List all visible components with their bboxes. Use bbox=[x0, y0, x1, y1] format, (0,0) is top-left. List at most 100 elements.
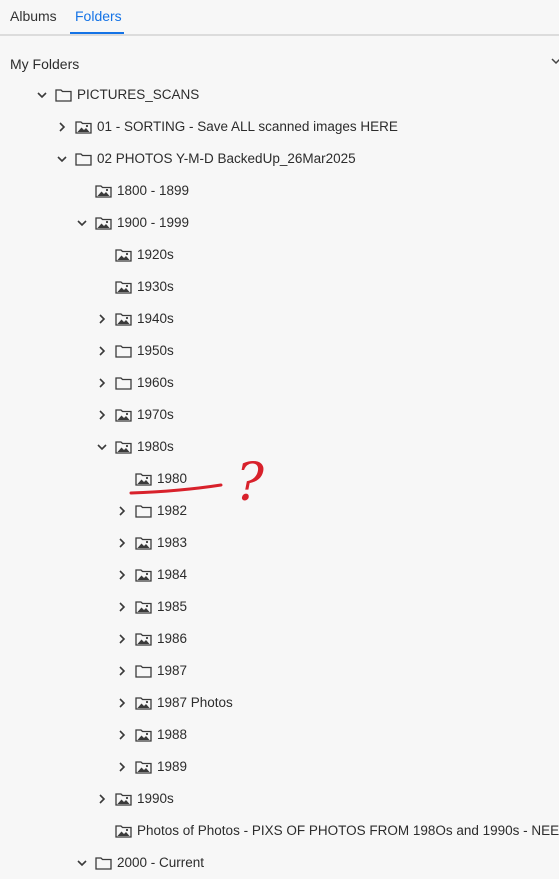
tree-row[interactable]: 1990s bbox=[0, 783, 559, 815]
tab-bar: Albums Folders bbox=[0, 0, 559, 36]
tree-row[interactable]: 1989 bbox=[0, 751, 559, 783]
folder-label: 1990s bbox=[137, 791, 174, 806]
folder-image-icon bbox=[115, 792, 132, 806]
folder-image-icon bbox=[135, 632, 152, 646]
folder-label: 1940s bbox=[137, 311, 174, 326]
folder-label: 1980 bbox=[157, 471, 188, 486]
folder-label: 1989 bbox=[157, 759, 188, 774]
folder-label: Photos of Photos - PIXS OF PHOTOS FROM 1… bbox=[137, 823, 559, 838]
tree-row[interactable]: 01 - SORTING - Save ALL scanned images H… bbox=[0, 111, 559, 143]
tree-row[interactable]: 1960s bbox=[0, 367, 559, 399]
folder-label: 1984 bbox=[157, 567, 188, 582]
folder-image-icon bbox=[115, 408, 132, 422]
folder-label: 1987 bbox=[157, 663, 188, 678]
tree-row[interactable]: 1950s bbox=[0, 335, 559, 367]
folder-label: 1987 Photos bbox=[157, 695, 233, 710]
folder-image-icon bbox=[75, 120, 92, 134]
tree-row[interactable]: 1970s bbox=[0, 399, 559, 431]
folder-label: 1800 - 1899 bbox=[117, 183, 190, 198]
folder-outline-icon bbox=[75, 152, 92, 166]
chevron-down-icon[interactable] bbox=[56, 153, 68, 165]
chevron-down-icon[interactable] bbox=[96, 441, 108, 453]
folder-image-icon bbox=[95, 184, 112, 198]
folder-label: 1950s bbox=[137, 343, 174, 358]
folder-label: 2000 - Current bbox=[117, 855, 205, 870]
chevron-right-icon[interactable] bbox=[116, 537, 128, 549]
folder-image-icon bbox=[115, 440, 132, 454]
tree-row[interactable]: 1900 - 1999 bbox=[0, 207, 559, 239]
tree-row[interactable]: Photos of Photos - PIXS OF PHOTOS FROM 1… bbox=[0, 815, 559, 847]
tree-row[interactable]: 1930s bbox=[0, 271, 559, 303]
folder-image-icon bbox=[115, 248, 132, 262]
folder-label: 02 PHOTOS Y-M-D BackedUp_26Mar2025 bbox=[97, 151, 356, 166]
tab-albums[interactable]: Albums bbox=[10, 8, 57, 24]
folder-outline-icon bbox=[115, 376, 132, 390]
chevron-right-icon[interactable] bbox=[56, 121, 68, 133]
tree-row[interactable]: 1980 bbox=[0, 463, 559, 495]
folder-label: 1983 bbox=[157, 535, 188, 550]
chevron-right-icon[interactable] bbox=[96, 793, 108, 805]
tree-row[interactable]: 1988 bbox=[0, 719, 559, 751]
tree-row[interactable]: 1980s bbox=[0, 431, 559, 463]
folder-image-icon bbox=[135, 600, 152, 614]
folder-image-icon bbox=[135, 472, 152, 486]
tree-row[interactable]: 1983 bbox=[0, 527, 559, 559]
folder-image-icon bbox=[135, 696, 152, 710]
chevron-right-icon[interactable] bbox=[116, 601, 128, 613]
folder-label: 1986 bbox=[157, 631, 188, 646]
chevron-right-icon[interactable] bbox=[116, 729, 128, 741]
folder-label: 1930s bbox=[137, 279, 174, 294]
folder-label: 1900 - 1999 bbox=[117, 215, 190, 230]
folder-label: 01 - SORTING - Save ALL scanned images H… bbox=[97, 119, 398, 134]
chevron-right-icon[interactable] bbox=[96, 313, 108, 325]
chevron-right-icon[interactable] bbox=[96, 345, 108, 357]
tree-row[interactable]: PICTURES_SCANS bbox=[0, 79, 559, 111]
tree-row[interactable]: 1984 bbox=[0, 559, 559, 591]
tree-row[interactable]: 1982 bbox=[0, 495, 559, 527]
folder-image-icon bbox=[115, 312, 132, 326]
chevron-right-icon[interactable] bbox=[116, 665, 128, 677]
chevron-right-icon[interactable] bbox=[116, 633, 128, 645]
folder-label: 1988 bbox=[157, 727, 188, 742]
chevron-right-icon[interactable] bbox=[116, 569, 128, 581]
tab-folders[interactable]: Folders bbox=[75, 8, 122, 24]
folder-label: 1920s bbox=[137, 247, 174, 262]
my-folders-header[interactable]: My Folders bbox=[10, 56, 79, 72]
chevron-right-icon[interactable] bbox=[116, 505, 128, 517]
folder-image-icon bbox=[135, 760, 152, 774]
chevron-down-icon[interactable] bbox=[76, 857, 88, 869]
folder-label: PICTURES_SCANS bbox=[77, 87, 200, 102]
tree-row[interactable]: 1986 bbox=[0, 623, 559, 655]
folder-label: 1980s bbox=[137, 439, 174, 454]
chevron-right-icon[interactable] bbox=[96, 409, 108, 421]
chevron-down-icon[interactable] bbox=[551, 55, 559, 67]
tree-row[interactable]: 1987 Photos bbox=[0, 687, 559, 719]
folder-image-icon bbox=[135, 568, 152, 582]
active-tab-indicator bbox=[70, 32, 124, 34]
folder-label: 1985 bbox=[157, 599, 188, 614]
tree-row[interactable]: 1987 bbox=[0, 655, 559, 687]
chevron-right-icon[interactable] bbox=[116, 761, 128, 773]
folder-image-icon bbox=[135, 728, 152, 742]
folder-image-icon bbox=[115, 280, 132, 294]
folder-label: 1982 bbox=[157, 503, 188, 518]
folder-label: 1970s bbox=[137, 407, 174, 422]
chevron-right-icon[interactable] bbox=[96, 377, 108, 389]
chevron-down-icon[interactable] bbox=[76, 217, 88, 229]
tree-row[interactable]: 1800 - 1899 bbox=[0, 175, 559, 207]
tree-row[interactable]: 2000 - Current bbox=[0, 847, 559, 879]
folder-image-icon bbox=[135, 536, 152, 550]
folder-label: 1960s bbox=[137, 375, 174, 390]
folder-outline-icon bbox=[135, 664, 152, 678]
folder-image-icon bbox=[95, 216, 112, 230]
chevron-down-icon[interactable] bbox=[36, 89, 48, 101]
chevron-right-icon[interactable] bbox=[116, 697, 128, 709]
folder-outline-icon bbox=[115, 344, 132, 358]
folder-image-icon bbox=[115, 824, 132, 838]
tree-row[interactable]: 1985 bbox=[0, 591, 559, 623]
tree-row[interactable]: 1940s bbox=[0, 303, 559, 335]
folder-outline-icon bbox=[55, 88, 72, 102]
tree-row[interactable]: 1920s bbox=[0, 239, 559, 271]
tree-row[interactable]: 02 PHOTOS Y-M-D BackedUp_26Mar2025 bbox=[0, 143, 559, 175]
folder-outline-icon bbox=[135, 504, 152, 518]
